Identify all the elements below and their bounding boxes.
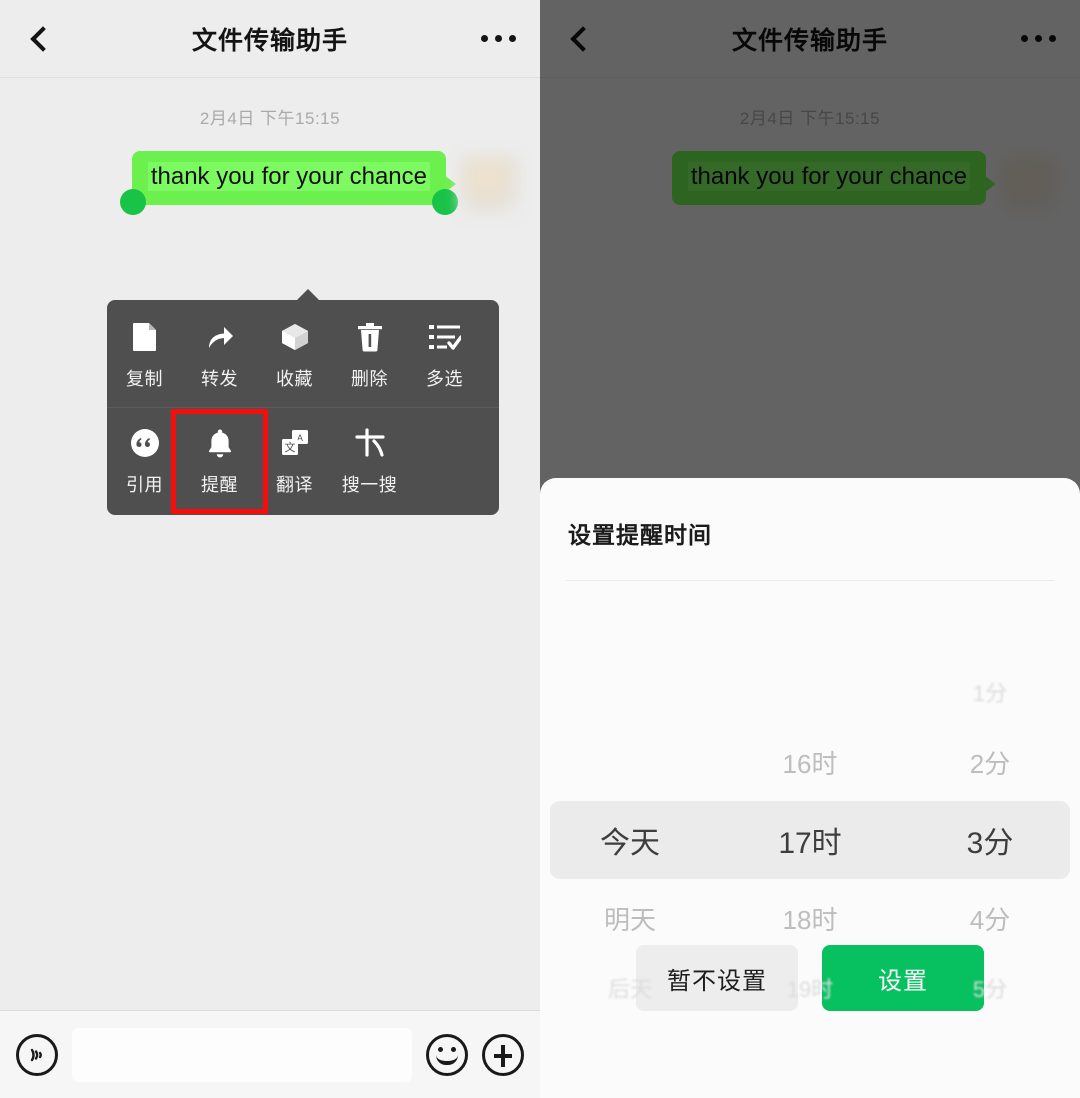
context-menu-item-delete[interactable]: 删除 [332,314,407,397]
message-row: thank you for your chance [0,129,540,215]
sheet-title: 设置提醒时间 [568,522,712,548]
picker-cell-day[interactable]: 后天 [540,949,720,1027]
context-menu-label: 收藏 [276,369,313,389]
chevron-left-icon [30,25,56,52]
page-title: 文件传输助手 [191,26,348,55]
picker-cell-hour[interactable]: 19时 [720,949,900,1027]
back-button[interactable] [558,17,602,61]
translate-icon: A 文 [278,426,312,460]
context-menu-label: 转发 [201,369,238,389]
time-picker[interactable]: 今天 明天 后天 16时 17时 18时 19时 1分 2分 3分 4分 5分 [540,587,1080,1003]
reminder-time-sheet: 设置提醒时间 今天 明天 后天 16时 17时 18时 19时 1分 2分 3分… [540,478,1080,1098]
more-horizontal-icon [1048,35,1056,42]
message-timestamp: 2月4日 下午15:15 [739,109,881,128]
svg-text:文: 文 [284,440,295,454]
chat-header: 文件传输助手 [540,0,1080,78]
context-menu-label: 删除 [351,369,388,389]
context-menu-label: 复制 [126,369,163,389]
picker-column-hour[interactable]: 16时 17时 18时 19时 [720,587,900,1003]
more-horizontal-icon [1034,35,1042,42]
context-menu-label: 搜一搜 [341,475,398,495]
quote-icon [128,426,162,460]
picker-cell-minute-selected[interactable]: 3分 [900,801,1080,879]
multi-select-list-icon [428,320,462,354]
bell-icon [203,426,237,460]
picker-cell-minute[interactable]: 1分 [900,653,1080,731]
context-menu-label: 提醒 [201,475,238,495]
picker-cell-day[interactable]: 明天 [540,879,720,957]
message-timestamp: 2月4日 下午15:15 [199,109,341,128]
context-menu-label: 多选 [426,369,463,389]
context-menu-item-search[interactable]: 搜一搜 [332,420,407,503]
document-copy-icon [128,320,162,354]
wechat-search-icon [353,426,387,460]
more-horizontal-icon [508,35,516,42]
dual-screenshot: 文件传输助手 2月4日 下午15:15 thank you for your c… [0,0,1080,1098]
picker-column-minute[interactable]: 1分 2分 3分 4分 5分 [900,587,1080,1002]
context-menu-label: 翻译 [276,475,313,495]
selection-handle-left[interactable] [119,188,146,215]
picker-cell-hour[interactable]: 16时 [720,723,900,801]
voice-wave-icon[interactable] [16,1033,58,1076]
picker-columns: 今天 明天 后天 16时 17时 18时 19时 1分 2分 3分 4分 5分 [540,587,1080,1003]
selection-handle-right[interactable] [432,188,458,215]
outgoing-message-bubble[interactable]: thank you for your chance [671,151,996,205]
back-button[interactable] [18,17,62,61]
context-menu-item-favorite[interactable]: 收藏 [257,314,332,397]
context-menu-item-multiselect[interactable]: 多选 [407,314,482,397]
chat-input-bar [0,1010,540,1098]
context-menu-item-remind[interactable]: 提醒 [171,409,268,514]
message-text: thank you for your chance [147,162,430,191]
chat-header: 文件传输助手 [0,0,540,78]
more-horizontal-icon [480,35,488,42]
more-options-button[interactable] [474,17,522,61]
picker-cell-hour[interactable]: 18时 [720,879,900,957]
trash-icon [353,320,387,354]
left-panel-context-menu: 文件传输助手 2月4日 下午15:15 thank you for your c… [0,0,540,1098]
message-bubble-wrapper: thank you for your chance [671,151,996,205]
avatar[interactable] [1000,155,1060,215]
context-menu-row-1: 复制 转发 收藏 删除 多选 [107,314,499,397]
plus-icon[interactable] [482,1033,524,1076]
context-menu-item-translate[interactable]: A 文 翻译 [257,420,332,503]
right-panel-time-picker: 文件传输助手 2月4日 下午15:15 thank you for your c… [540,0,1080,1098]
page-title: 文件传输助手 [731,26,888,55]
more-horizontal-icon [494,35,502,42]
box-favorite-icon [278,320,312,354]
message-row: thank you for your chance [540,129,1080,215]
more-horizontal-icon [1020,35,1028,42]
picker-cell-hour-selected[interactable]: 17时 [720,801,900,879]
smiley-mouth [436,1055,458,1065]
more-options-button[interactable] [1014,17,1062,61]
message-text: thank you for your chance [687,162,970,191]
picker-cell-minute[interactable]: 4分 [900,879,1080,957]
chat-message-list: 2月4日 下午15:15 thank you for your chance [0,78,540,1050]
context-menu-label: 引用 [126,475,163,495]
picker-cell-minute[interactable]: 2分 [900,723,1080,801]
picker-column-day[interactable]: 今天 明天 后天 [540,587,720,1002]
forward-arrow-icon [203,320,237,354]
divider [566,580,1054,581]
context-menu-item-copy[interactable]: 复制 [107,314,182,397]
smiley-icon[interactable] [426,1033,468,1076]
message-context-menu: 复制 转发 收藏 删除 多选 引用 提醒 A 文 翻译 搜一搜 [107,289,499,515]
message-input[interactable] [72,1027,412,1082]
message-bubble-wrapper: thank you for your chance [119,151,458,215]
context-menu-arrow [296,289,320,301]
context-menu-item-quote[interactable]: 引用 [107,420,182,503]
context-menu-row-2: 引用 提醒 A 文 翻译 搜一搜 [107,407,499,514]
bubble-tail [984,175,996,193]
outgoing-message-bubble[interactable]: thank you for your chance [131,151,456,205]
picker-cell-day-selected[interactable]: 今天 [540,801,720,879]
avatar[interactable] [460,155,520,215]
picker-cell-minute[interactable]: 5分 [900,949,1080,1027]
chevron-left-icon [570,25,596,52]
context-menu-item-forward[interactable]: 转发 [182,314,257,397]
